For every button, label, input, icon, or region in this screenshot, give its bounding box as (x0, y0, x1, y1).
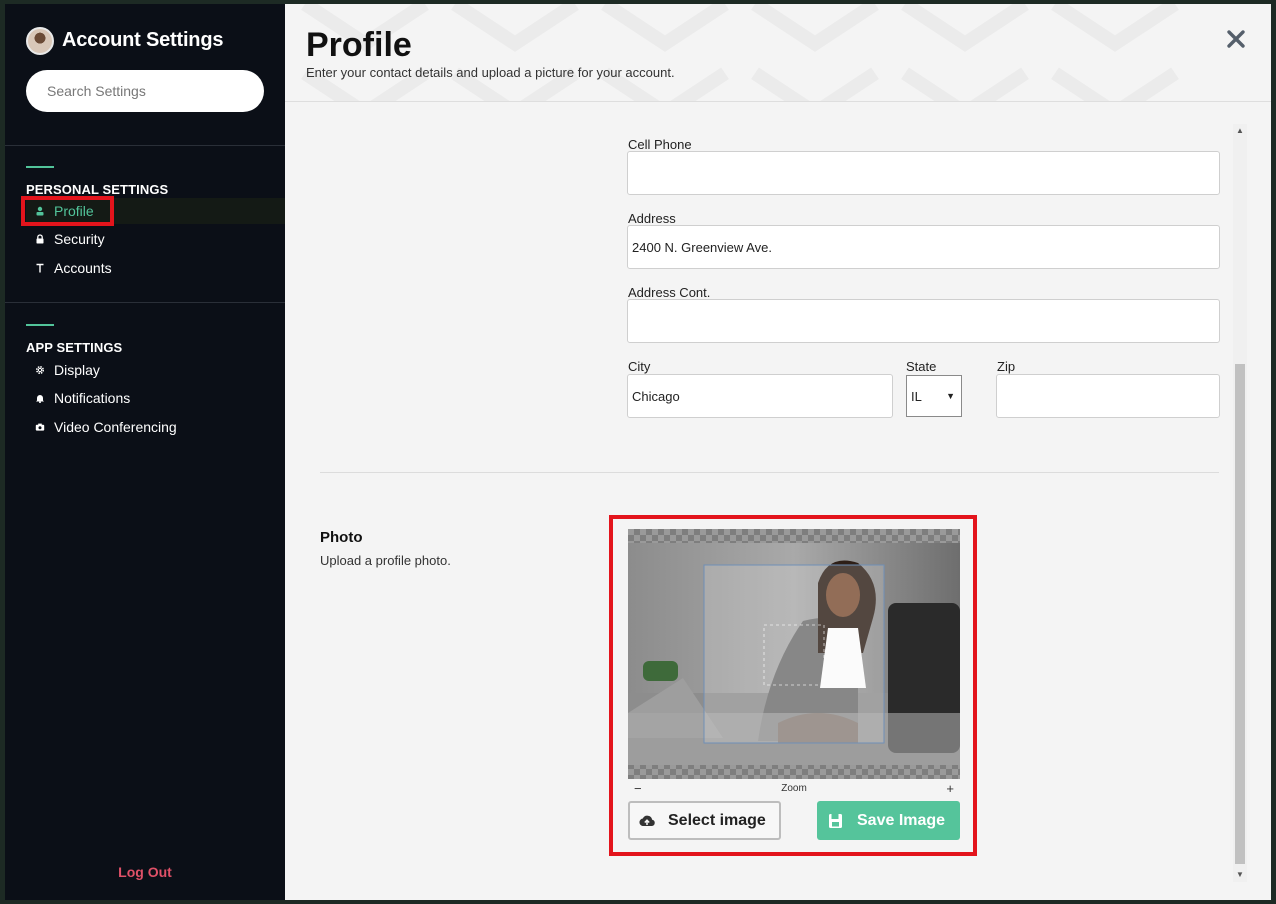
sidebar-item-label: Notifications (54, 390, 131, 406)
scroll-down-arrow-icon[interactable]: ▼ (1233, 868, 1247, 882)
profile-form: Cell Phone Address Address Cont. City St… (285, 103, 1245, 900)
sidebar-title: Account Settings (62, 29, 224, 51)
sidebar-header: Account Settings (5, 4, 285, 56)
sidebar-item-label: Display (54, 362, 100, 378)
zip-input[interactable] (996, 374, 1220, 418)
bell-icon (34, 392, 46, 404)
sidebar-item-label: Accounts (54, 260, 112, 276)
page-subtitle: Enter your contact details and upload a … (306, 65, 675, 80)
cell-phone-label: Cell Phone (628, 137, 692, 152)
main-panel: Profile Enter your contact details and u… (285, 4, 1271, 900)
address-label: Address (628, 211, 676, 226)
close-button[interactable] (1225, 28, 1247, 50)
sidebar-item-video-conferencing[interactable]: Video Conferencing (26, 414, 285, 440)
sidebar-item-notifications[interactable]: Notifications (26, 385, 285, 411)
sidebar: Account Settings PERSONAL SETTINGS Profi… (5, 4, 285, 900)
sidebar-item-label: Video Conferencing (54, 419, 177, 435)
dropdown-arrow-icon: ▼ (946, 391, 955, 401)
search-input[interactable] (26, 70, 264, 112)
logout-link[interactable]: Log Out (5, 864, 285, 880)
personal-settings-heading: PERSONAL SETTINGS (26, 182, 169, 197)
zip-label: Zip (997, 359, 1016, 374)
close-icon (1227, 30, 1245, 48)
app-settings-heading: APP SETTINGS (26, 340, 123, 355)
sidebar-divider (5, 145, 285, 146)
camera-icon (34, 421, 46, 433)
section-accent-bar (26, 166, 54, 168)
cell-phone-input[interactable] (627, 151, 1220, 195)
address-input[interactable] (627, 225, 1220, 269)
vertical-scrollbar[interactable]: ▲ ▼ (1233, 124, 1247, 882)
user-avatar[interactable] (26, 26, 54, 55)
state-select[interactable]: IL ▼ (906, 375, 962, 417)
section-divider (320, 472, 1219, 473)
photo-section-subtitle: Upload a profile photo. (320, 553, 451, 568)
photo-highlight-box (609, 515, 977, 856)
profile-highlight-box (21, 196, 114, 226)
sidebar-item-display[interactable]: Display (26, 357, 285, 383)
scrollbar-thumb[interactable] (1235, 364, 1245, 864)
page-header: Profile Enter your contact details and u… (285, 4, 1271, 102)
section-accent-bar (26, 324, 54, 326)
header-pattern (301, 4, 1179, 101)
address-cont-input[interactable] (627, 299, 1220, 343)
sidebar-item-label: Security (54, 231, 105, 247)
sidebar-item-security[interactable]: Security (26, 226, 285, 252)
state-select-value: IL (911, 388, 922, 404)
photo-section-title: Photo (320, 529, 363, 546)
city-label: City (628, 359, 651, 374)
city-input[interactable] (627, 374, 893, 418)
gear-icon (34, 364, 46, 376)
address-cont-label: Address Cont. (628, 285, 711, 300)
state-label: State (906, 359, 937, 374)
sidebar-item-accounts[interactable]: Accounts (26, 255, 285, 281)
page-title: Profile (306, 26, 412, 64)
sidebar-divider (5, 302, 285, 303)
scroll-up-arrow-icon[interactable]: ▲ (1233, 124, 1247, 138)
lock-icon (34, 233, 46, 245)
accounts-icon (34, 262, 46, 274)
account-settings-window: Account Settings PERSONAL SETTINGS Profi… (5, 4, 1271, 900)
